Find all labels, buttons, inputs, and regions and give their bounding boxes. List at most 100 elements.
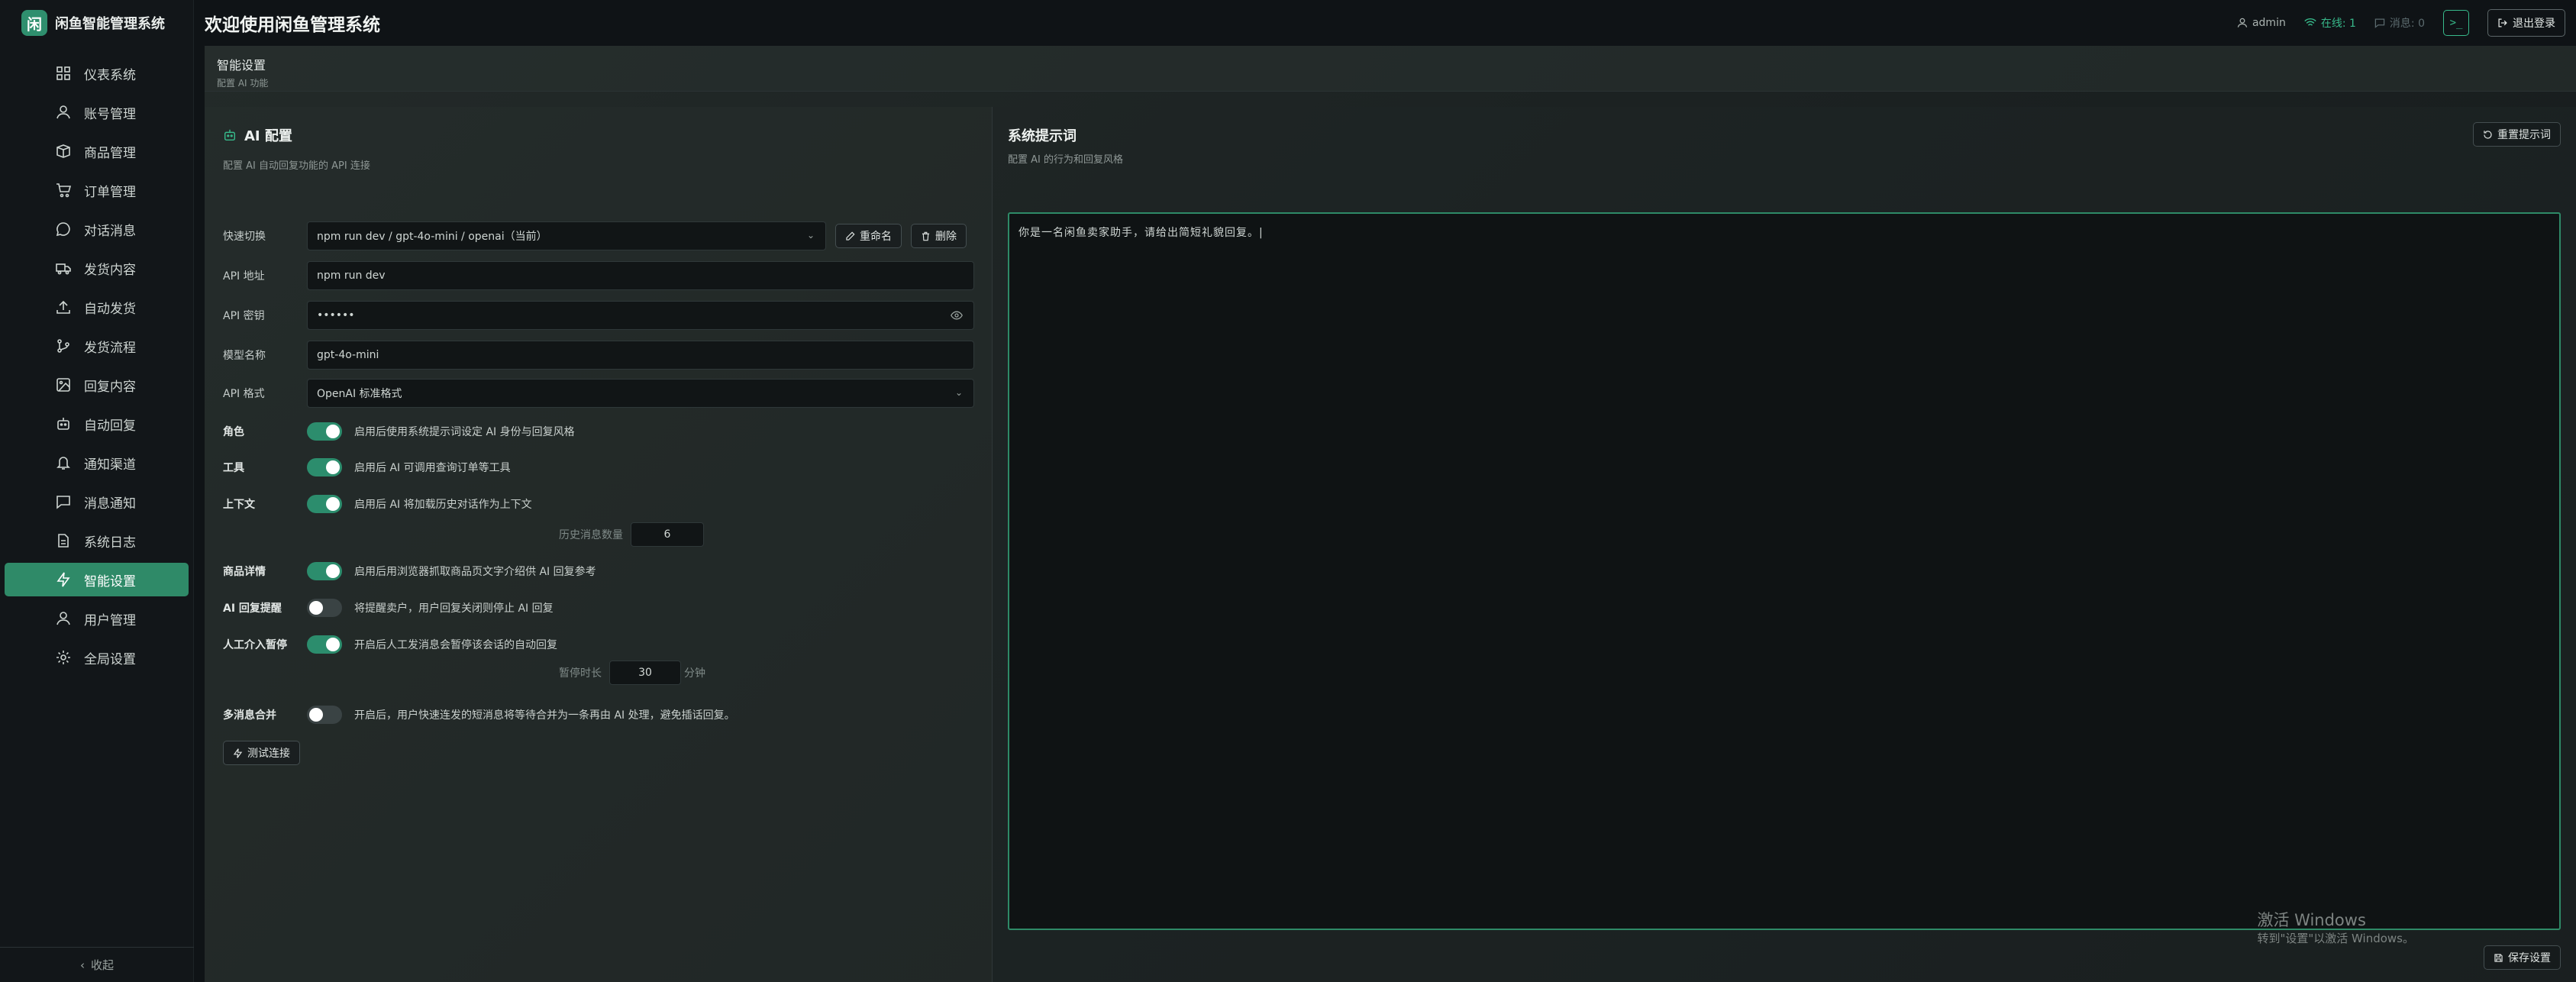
sidebar-item-label: 发货流程 [84, 340, 136, 356]
role-toggle[interactable] [307, 422, 342, 441]
image-icon [55, 376, 72, 393]
logout-icon [2497, 18, 2508, 28]
sidebar-item-label: 智能设置 [84, 573, 136, 590]
save-icon [2494, 953, 2503, 963]
sidebar-item-chats[interactable]: 对话消息 [5, 212, 189, 246]
pause-duration-input[interactable]: 30 [609, 661, 681, 685]
test-connection-button[interactable]: 测试连接 [223, 741, 300, 765]
sidebar-item-delivery-content[interactable]: 发货内容 [5, 251, 189, 285]
history-count-row: 历史消息数量 6 [559, 522, 704, 547]
sidebar-item-label: 对话消息 [84, 223, 136, 239]
product-detail-toggle[interactable] [307, 562, 342, 580]
brand-logo: 闲 [21, 10, 47, 36]
sidebar-item-auto-reply[interactable]: 自动回复 [5, 407, 189, 441]
sidebar-item-ai-settings[interactable]: 智能设置 [5, 563, 189, 596]
user-icon [2237, 18, 2248, 28]
toggle-description: 将提醒卖户，用户回复关闭则停止 AI 回复 [354, 602, 554, 615]
message-icon [55, 493, 72, 510]
page-subtitle: 配置 AI 功能 [217, 78, 269, 89]
sidebar-item-products[interactable]: 商品管理 [5, 134, 189, 168]
windows-activation-watermark: 激活 Windows 转到"设置"以激活 Windows。 [2257, 910, 2414, 947]
ai-config-title: AI 配置 [223, 125, 973, 145]
toggle-row-product-detail: 商品详情 启用后用浏览器抓取商品页文字介绍供 AI 回复参考 [223, 562, 596, 580]
sidebar-item-reply-content[interactable]: 回复内容 [5, 368, 189, 402]
sidebar-menu: 仪表系统 账号管理 商品管理 订单管理 对话消息 发货内容 自动发货 发货流程 [0, 57, 193, 674]
sidebar-item-delivery-flow[interactable]: 发货流程 [5, 329, 189, 363]
logout-label: 退出登录 [2513, 18, 2555, 30]
sidebar-item-label: 订单管理 [84, 184, 136, 200]
sidebar-item-label: 商品管理 [84, 145, 136, 161]
toggle-row-manual-pause: 人工介入暂停 开启后人工发消息会暂停该会话的自动回复 [223, 635, 557, 654]
api-format-label: API 格式 [223, 388, 265, 400]
sidebar-collapse-button[interactable]: ‹ 收起 [0, 947, 194, 982]
quick-switch-select[interactable]: npm run dev / gpt-4o-mini / openai（当前） ⌄ [307, 221, 826, 250]
sidebar-item-label: 消息通知 [84, 496, 136, 512]
rename-label: 重命名 [860, 231, 892, 243]
toggle-row-tools: 工具 启用后 AI 可调用查询订单等工具 [223, 458, 511, 476]
trash-icon [921, 231, 931, 241]
system-prompt-title: 系统提示词 [1008, 128, 1077, 144]
collapse-label: 收起 [90, 958, 114, 972]
system-prompt-textarea[interactable]: 你是一名闲鱼卖家助手，请给出简短礼貌回复。| [1008, 212, 2561, 930]
header-status-area: admin 在线: 1 消息: 0 >_ 退出登录 [2237, 9, 2565, 37]
sidebar-item-label: 用户管理 [84, 612, 136, 628]
merge-messages-toggle[interactable] [307, 706, 342, 724]
api-url-input[interactable]: npm run dev [307, 261, 974, 290]
wifi-icon [2304, 18, 2316, 28]
sidebar-item-label: 全局设置 [84, 651, 136, 667]
brand-name: 闲鱼智能管理系统 [55, 16, 165, 32]
api-format-select[interactable]: OpenAI 标准格式 ⌄ [307, 379, 974, 408]
sidebar-item-system-log[interactable]: 系统日志 [5, 524, 189, 557]
toggle-label: 多消息合并 [223, 709, 276, 722]
toggle-description: 启用后用浏览器抓取商品页文字介绍供 AI 回复参考 [354, 566, 596, 578]
sidebar-item-global-settings[interactable]: 全局设置 [5, 641, 189, 674]
terminal-button[interactable]: >_ [2443, 10, 2469, 36]
sidebar-item-accounts[interactable]: 账号管理 [5, 95, 189, 129]
delete-button[interactable]: 删除 [911, 224, 967, 248]
quick-switch-value: npm run dev / gpt-4o-mini / openai（当前） [317, 231, 547, 243]
system-prompt-text: 你是一名闲鱼卖家助手，请给出简短礼貌回复。 [1018, 227, 1259, 239]
tools-toggle[interactable] [307, 458, 342, 476]
chat-icon [55, 221, 72, 237]
sidebar-item-label: 通知渠道 [84, 457, 136, 473]
sidebar-item-auto-delivery[interactable]: 自动发货 [5, 290, 189, 324]
manual-pause-toggle[interactable] [307, 635, 342, 654]
api-url-label: API 地址 [223, 270, 265, 283]
logout-button[interactable]: 退出登录 [2487, 9, 2565, 37]
chevron-down-icon: ⌄ [954, 387, 963, 398]
eye-icon[interactable] [951, 310, 963, 321]
sidebar-item-user-management[interactable]: 用户管理 [5, 602, 189, 635]
model-input[interactable]: gpt-4o-mini [307, 341, 974, 370]
sidebar-item-notify-channels[interactable]: 通知渠道 [5, 446, 189, 480]
sidebar-item-orders[interactable]: 订单管理 [5, 173, 189, 207]
api-url-row: API 地址 npm run dev [223, 261, 974, 290]
api-format-value: OpenAI 标准格式 [317, 388, 402, 400]
bot-icon [55, 415, 72, 432]
chevron-down-icon: ⌄ [806, 230, 815, 241]
text-cursor: | [1259, 227, 1264, 239]
gear-icon [55, 649, 72, 666]
reset-prompt-button[interactable]: 重置提示词 [2473, 122, 2561, 147]
history-count-input[interactable]: 6 [631, 522, 704, 547]
truck-icon [55, 260, 72, 276]
history-count-label: 历史消息数量 [559, 529, 623, 541]
flow-icon [55, 338, 72, 354]
quick-switch-row: 快速切换 npm run dev / gpt-4o-mini / openai（… [223, 221, 967, 250]
reset-prompt-label: 重置提示词 [2497, 129, 2551, 141]
toggle-description: 开启后，用户快速连发的短消息将等待合并为一条再由 AI 处理，避免插话回复。 [354, 709, 735, 722]
message-status: 消息: 0 [2374, 15, 2425, 31]
toggle-description: 启用后 AI 可调用查询订单等工具 [354, 462, 511, 474]
rename-button[interactable]: 重命名 [835, 224, 902, 248]
zap-icon [55, 571, 72, 588]
reply-reminder-toggle[interactable] [307, 599, 342, 617]
ai-config-panel: AI 配置 配置 AI 自动回复功能的 API 连接 快速切换 npm run … [205, 107, 993, 982]
context-toggle[interactable] [307, 495, 342, 513]
watermark-line1: 激活 Windows [2257, 911, 2366, 929]
api-key-input[interactable]: •••••• [307, 301, 974, 330]
save-settings-button[interactable]: 保存设置 [2484, 945, 2561, 970]
sidebar-item-label: 发货内容 [84, 262, 136, 278]
sidebar-item-message-notify[interactable]: 消息通知 [5, 485, 189, 518]
cart-icon [55, 182, 72, 199]
sidebar-item-dashboard[interactable]: 仪表系统 [5, 57, 189, 90]
sidebar-item-label: 仪表系统 [84, 67, 136, 83]
